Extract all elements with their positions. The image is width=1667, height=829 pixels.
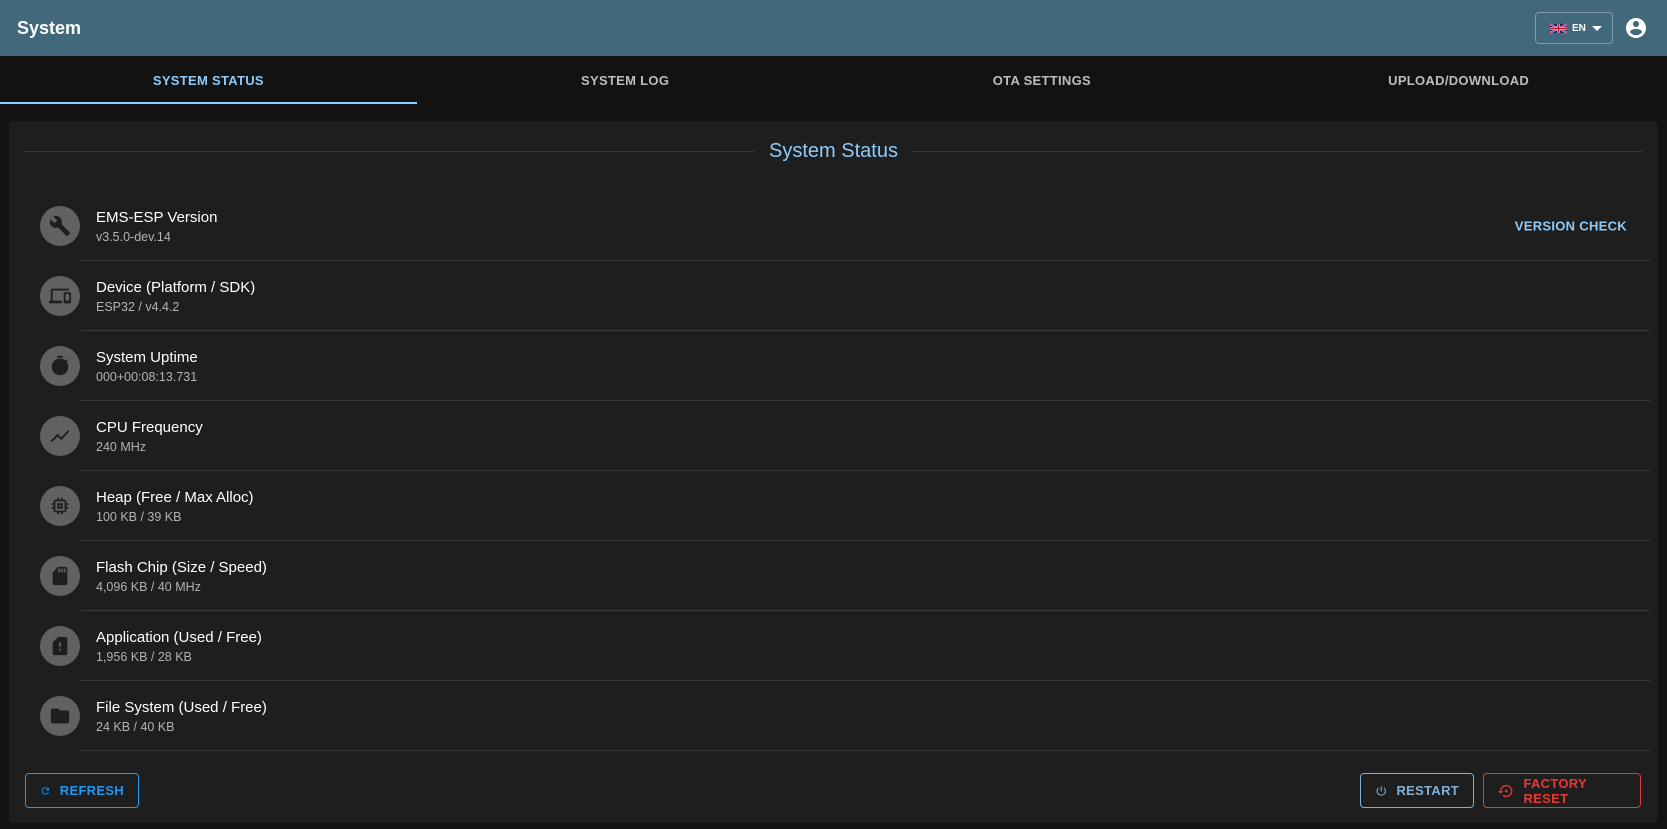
- item-label: System Uptime: [96, 348, 198, 366]
- tab-system-log[interactable]: SYSTEM LOG: [417, 56, 834, 104]
- item-value: 1,956 KB / 28 KB: [96, 649, 192, 664]
- item-value: 240 MHz: [96, 439, 147, 454]
- list-item-heap: Heap (Free / Max Alloc) 100 KB / 39 KB: [25, 471, 1650, 541]
- list-item-filesystem: File System (Used / Free) 24 KB / 40 KB: [25, 681, 1650, 751]
- uk-flag-icon: [1550, 22, 1567, 34]
- item-value: v3.5.0-dev.14: [96, 229, 171, 244]
- refresh-label: REFRESH: [59, 783, 124, 798]
- section-title: System Status: [769, 139, 898, 162]
- sd-card-icon: [40, 556, 80, 596]
- status-list: EMS-ESP Version v3.5.0-dev.14 VERSION CH…: [25, 191, 1650, 751]
- tab-upload-download[interactable]: UPLOAD/DOWNLOAD: [1250, 56, 1667, 104]
- timer-icon: [40, 346, 80, 386]
- list-item-uptime: System Uptime 000+00:08:13.731: [25, 331, 1650, 401]
- section-header: System Status: [25, 138, 1642, 164]
- item-label: EMS-ESP Version: [96, 208, 218, 226]
- version-check-button[interactable]: VERSION CHECK: [1515, 219, 1627, 234]
- restart-button[interactable]: RESTART: [1360, 773, 1474, 808]
- sd-card-alert-icon: [40, 626, 80, 666]
- tab-bar: SYSTEM STATUS SYSTEM LOG OTA SETTINGS UP…: [0, 56, 1667, 104]
- system-status-panel: System Status EMS-ESP Version v3.5.0-dev…: [9, 121, 1658, 823]
- tab-ota-settings[interactable]: OTA SETTINGS: [834, 56, 1251, 104]
- item-label: Application (Used / Free): [96, 628, 262, 646]
- item-value: ESP32 / v4.4.2: [96, 299, 180, 314]
- item-label: Flash Chip (Size / Speed): [96, 558, 267, 576]
- factory-reset-button[interactable]: FACTORY RESET: [1483, 773, 1641, 808]
- power-icon: [1376, 785, 1386, 796]
- list-item-version: EMS-ESP Version v3.5.0-dev.14 VERSION CH…: [25, 191, 1650, 261]
- list-item-cpu: CPU Frequency 240 MHz: [25, 401, 1650, 471]
- item-label: CPU Frequency: [96, 418, 203, 436]
- account-icon[interactable]: [1622, 14, 1650, 42]
- item-value: 4,096 KB / 40 MHz: [96, 579, 201, 594]
- tab-system-status[interactable]: SYSTEM STATUS: [0, 56, 417, 104]
- wrench-icon: [40, 206, 80, 246]
- refresh-button[interactable]: REFRESH: [25, 773, 139, 808]
- app-bar: System EN: [0, 0, 1667, 56]
- factory-reset-label: FACTORY RESET: [1523, 775, 1587, 806]
- list-item-application: Application (Used / Free) 1,956 KB / 28 …: [25, 611, 1650, 681]
- item-value: 24 KB / 40 KB: [96, 719, 175, 734]
- list-item-device: Device (Platform / SDK) ESP32 / v4.4.2: [25, 261, 1650, 331]
- page-title: System: [17, 17, 82, 38]
- folder-icon: [40, 696, 80, 736]
- item-label: File System (Used / Free): [96, 698, 267, 716]
- language-label: EN: [1572, 22, 1586, 34]
- divider: [25, 150, 755, 152]
- list-item-flash: Flash Chip (Size / Speed) 4,096 KB / 40 …: [25, 541, 1650, 611]
- chevron-down-icon: [1592, 25, 1602, 31]
- restart-label: RESTART: [1396, 783, 1459, 798]
- trend-icon: [40, 416, 80, 456]
- item-value: 100 KB / 39 KB: [96, 509, 182, 524]
- item-value: 000+00:08:13.731: [96, 369, 198, 384]
- language-select[interactable]: EN: [1535, 12, 1613, 44]
- divider: [912, 150, 1642, 152]
- memory-icon: [40, 486, 80, 526]
- devices-icon: [40, 276, 80, 316]
- settings-backup-restore-icon: [1498, 784, 1513, 797]
- refresh-icon: [41, 786, 49, 795]
- item-label: Device (Platform / SDK): [96, 278, 256, 296]
- item-label: Heap (Free / Max Alloc): [96, 488, 254, 506]
